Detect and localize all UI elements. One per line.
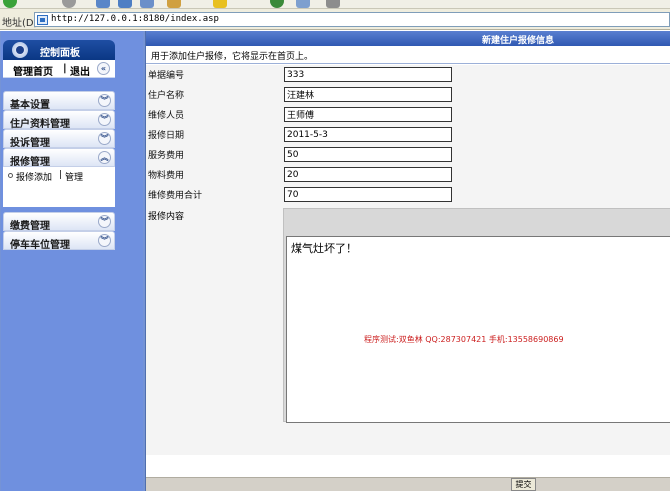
- bullet-icon: [8, 173, 13, 178]
- sidebar-home-row: 管理首页 | 退出 «: [3, 60, 115, 78]
- address-label: 地址(D): [2, 18, 38, 29]
- field-label: 住户名称: [148, 91, 185, 101]
- field-label: 维修费用合计: [148, 191, 203, 201]
- favorites-icon[interactable]: [213, 0, 227, 8]
- control-panel-icon: [10, 40, 32, 60]
- field-label: 报修内容: [148, 212, 185, 222]
- menu-label: 基本设置: [10, 100, 50, 111]
- form-footer: 提交: [146, 477, 670, 491]
- home-separator: |: [63, 63, 67, 74]
- form-row-total-fee: 维修费用合计: [146, 185, 670, 206]
- page-icon: [37, 15, 48, 25]
- repairs-submenu: 报修添加 | 管理: [3, 167, 115, 207]
- chevron-down-icon[interactable]: ︾: [98, 234, 111, 247]
- form-row-content: 报修内容 煤气灶坏了！ 程序测试:双鱼林 QQ:287307421 手机:135…: [146, 205, 670, 455]
- bill-number-input[interactable]: [284, 67, 452, 82]
- menu-basic-settings[interactable]: 基本设置 ︾: [3, 91, 115, 111]
- form-row-service-fee: 服务费用: [146, 145, 670, 166]
- stop-icon[interactable]: [96, 0, 110, 8]
- field-label: 报修日期: [148, 131, 185, 141]
- main-panel: 新建住户报修信息 用于添加住户报修，它将显示在首页上。 单据编号 住户名称 维修…: [145, 31, 670, 491]
- home-link[interactable]: 管理首页: [13, 63, 53, 78]
- form-row-resident-name: 住户名称: [146, 85, 670, 106]
- search-icon[interactable]: [167, 0, 181, 8]
- menu-label: 投诉管理: [10, 138, 50, 149]
- chevron-down-icon[interactable]: ︾: [98, 215, 111, 228]
- rich-text-editor: 煤气灶坏了！ 程序测试:双鱼林 QQ:287307421 手机:13558690…: [283, 208, 670, 423]
- form-row-repair-date: 报修日期: [146, 125, 670, 146]
- menu-label: 报修管理: [10, 157, 50, 168]
- form-row-material-fee: 物料费用: [146, 165, 670, 186]
- repair-date-input[interactable]: [284, 127, 452, 142]
- submenu-separator: |: [59, 170, 63, 180]
- menu-label: 停车车位管理: [10, 240, 70, 251]
- repair-manage-link[interactable]: 管理: [65, 170, 83, 183]
- refresh-icon[interactable]: [118, 0, 132, 8]
- url-input[interactable]: http://127.0.0.1:8180/index.asp: [34, 12, 670, 27]
- form-description-row: 用于添加住户报修，它将显示在首页上。: [146, 46, 670, 64]
- menu-repairs[interactable]: 报修管理 ︽: [3, 148, 115, 168]
- control-panel-title: 控制面板: [40, 48, 80, 59]
- repairer-input[interactable]: [284, 107, 452, 122]
- logout-link[interactable]: 退出: [70, 63, 90, 78]
- resident-name-input[interactable]: [284, 87, 452, 102]
- collapse-icon[interactable]: «: [97, 62, 110, 75]
- home-icon[interactable]: [140, 0, 154, 8]
- form-row-repairer: 维修人员: [146, 105, 670, 126]
- content-text: 煤气灶坏了！: [291, 242, 357, 255]
- menu-label: 缴费管理: [10, 221, 50, 232]
- address-bar: 地址(D) http://127.0.0.1:8180/index.asp: [0, 9, 670, 30]
- service-fee-input[interactable]: [284, 147, 452, 162]
- field-label: 服务费用: [148, 151, 185, 161]
- form-row-bill-number: 单据编号: [146, 65, 670, 86]
- chevron-down-icon[interactable]: ︾: [98, 132, 111, 145]
- total-fee-input[interactable]: [284, 187, 452, 202]
- field-label: 单据编号: [148, 71, 185, 81]
- chevron-down-icon[interactable]: ︾: [98, 113, 111, 126]
- history-icon[interactable]: [270, 0, 284, 8]
- menu-parking[interactable]: 停车车位管理 ︾: [3, 231, 115, 251]
- material-fee-input[interactable]: [284, 167, 452, 182]
- sidebar: 控制面板 管理首页 | 退出 « 基本设置 ︾ 住户资料管理 ︾ 投诉管理 ︾ …: [0, 31, 145, 491]
- content-editor-area[interactable]: 煤气灶坏了！ 程序测试:双鱼林 QQ:287307421 手机:13558690…: [286, 236, 670, 423]
- menu-resident-info[interactable]: 住户资料管理 ︾: [3, 110, 115, 130]
- field-label: 维修人员: [148, 111, 185, 121]
- submit-button[interactable]: 提交: [511, 478, 536, 491]
- forward-icon[interactable]: [62, 0, 76, 8]
- chevron-down-icon[interactable]: ︾: [98, 94, 111, 107]
- form-description: 用于添加住户报修，它将显示在首页上。: [151, 52, 314, 62]
- sidebar-frame: 控制面板 管理首页 | 退出 « 基本设置 ︾ 住户资料管理 ︾ 投诉管理 ︾ …: [1, 31, 143, 491]
- form-title: 新建住户报修信息: [482, 36, 555, 46]
- url-text: http://127.0.0.1:8180/index.asp: [51, 14, 219, 24]
- browser-toolbar: [0, 0, 670, 9]
- back-icon[interactable]: [3, 0, 17, 8]
- print-icon[interactable]: [326, 0, 340, 8]
- field-label: 物料费用: [148, 171, 185, 181]
- repair-add-link[interactable]: 报修添加: [16, 170, 52, 183]
- chevron-up-icon[interactable]: ︽: [98, 151, 111, 164]
- menu-label: 住户资料管理: [10, 119, 70, 130]
- control-panel-header: 控制面板: [3, 40, 115, 60]
- form-title-bar: 新建住户报修信息: [146, 31, 670, 46]
- mail-icon[interactable]: [296, 0, 310, 8]
- menu-payments[interactable]: 缴费管理 ︾: [3, 212, 115, 232]
- menu-complaints[interactable]: 投诉管理 ︾: [3, 129, 115, 149]
- credit-text: 程序测试:双鱼林 QQ:287307421 手机:13558690869: [364, 335, 564, 344]
